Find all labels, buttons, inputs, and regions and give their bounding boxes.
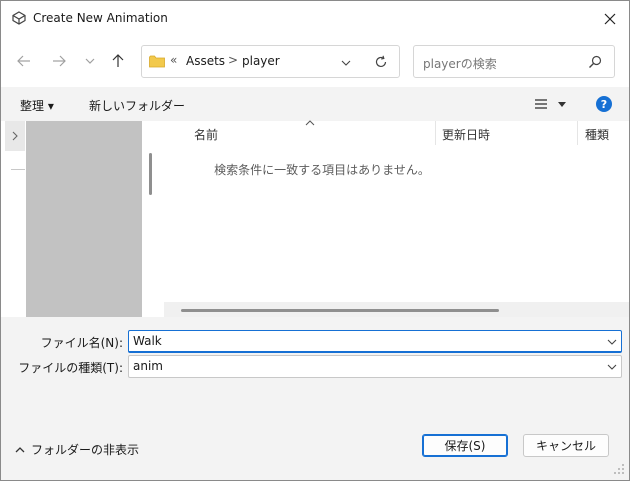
chevron-up-icon: [15, 446, 25, 452]
filename-field[interactable]: Walk: [128, 330, 622, 353]
save-dialog: Create New Animation « Assets > player p…: [0, 0, 630, 481]
column-date-modified[interactable]: 更新日時: [442, 126, 490, 143]
empty-message: 検索条件に一致する項目はありません。: [214, 163, 430, 177]
breadcrumb-separator: >: [228, 53, 239, 67]
expand-button[interactable]: [5, 121, 25, 151]
chevron-down-icon: [607, 339, 617, 345]
hide-folders-button[interactable]: フォルダーの非表示: [15, 441, 139, 458]
close-button[interactable]: [595, 5, 625, 33]
arrow-left-icon: [17, 55, 30, 67]
refresh-button[interactable]: [372, 53, 390, 71]
resize-grip-icon[interactable]: [613, 463, 625, 475]
save-button[interactable]: 保存(S): [422, 434, 508, 457]
breadcrumb-player[interactable]: player: [242, 54, 280, 68]
search-input[interactable]: playerの検索: [413, 45, 615, 78]
recent-locations-button[interactable]: [79, 50, 101, 72]
content-area: 名前 更新日時 種類 検索条件に一致する項目はありません。: [1, 120, 629, 317]
search-placeholder: playerの検索: [423, 57, 497, 71]
arrow-right-icon: [53, 55, 66, 67]
column-type[interactable]: 種類: [585, 126, 609, 143]
hide-folders-label: フォルダーの非表示: [31, 443, 140, 457]
dialog-footer: フォルダーの非表示 保存(S) キャンセル: [1, 419, 629, 480]
breadcrumb-assets[interactable]: Assets: [186, 54, 225, 68]
filename-value[interactable]: Walk: [133, 334, 162, 348]
divider: [11, 169, 25, 170]
navigation-pane: [1, 121, 161, 317]
filetype-value: anim: [133, 359, 163, 373]
horizontal-scrollbar-thumb[interactable]: [181, 309, 499, 312]
column-divider[interactable]: [577, 121, 578, 145]
view-options-button[interactable]: [533, 97, 567, 113]
address-bar[interactable]: « Assets > player: [141, 45, 400, 78]
window-title: Create New Animation: [33, 11, 168, 25]
navigation-bar: « Assets > player playerの検索: [1, 37, 629, 87]
breadcrumb-overflow[interactable]: «: [170, 53, 177, 67]
title-bar: Create New Animation: [1, 1, 629, 37]
horizontal-scrollbar[interactable]: [164, 302, 629, 317]
filename-label: ファイル名(N):: [40, 336, 123, 350]
file-fields: ファイル名(N): Walk ファイルの種類(T): anim: [1, 317, 629, 419]
new-folder-button[interactable]: 新しいフォルダー: [89, 97, 185, 114]
close-icon: [604, 13, 616, 25]
navigation-tree[interactable]: [26, 121, 142, 317]
arrow-up-icon: [112, 54, 124, 67]
refresh-icon: [375, 55, 387, 68]
chevron-down-icon: [607, 364, 617, 370]
chevron-down-icon: [341, 60, 351, 66]
filename-dropdown[interactable]: [605, 335, 619, 349]
chevron-down-icon: [85, 58, 95, 64]
up-button[interactable]: [107, 50, 129, 72]
back-button[interactable]: [13, 50, 35, 72]
unity-app-icon: [12, 11, 26, 25]
address-dropdown[interactable]: [338, 55, 354, 71]
folder-icon: [149, 55, 165, 68]
column-header: 名前 更新日時 種類: [161, 120, 629, 146]
chevron-right-icon: [12, 131, 18, 141]
column-name[interactable]: 名前: [194, 126, 218, 143]
column-divider[interactable]: [435, 121, 436, 145]
filetype-label: ファイルの種類(T):: [18, 361, 123, 375]
organize-menu[interactable]: 整理 ▾: [20, 97, 54, 114]
cancel-button[interactable]: キャンセル: [523, 434, 609, 457]
filetype-select[interactable]: anim: [128, 355, 622, 378]
sort-ascending-icon: [305, 120, 315, 126]
help-button[interactable]: ?: [596, 96, 612, 112]
navigation-scrollbar-thumb[interactable]: [149, 153, 152, 195]
navigation-scrollbar[interactable]: [142, 121, 161, 317]
file-list[interactable]: 名前 更新日時 種類 検索条件に一致する項目はありません。: [161, 120, 629, 317]
toolbar: 整理 ▾ 新しいフォルダー ?: [1, 87, 629, 121]
forward-button[interactable]: [48, 50, 70, 72]
filetype-dropdown[interactable]: [605, 360, 619, 374]
search-icon: [589, 55, 602, 68]
